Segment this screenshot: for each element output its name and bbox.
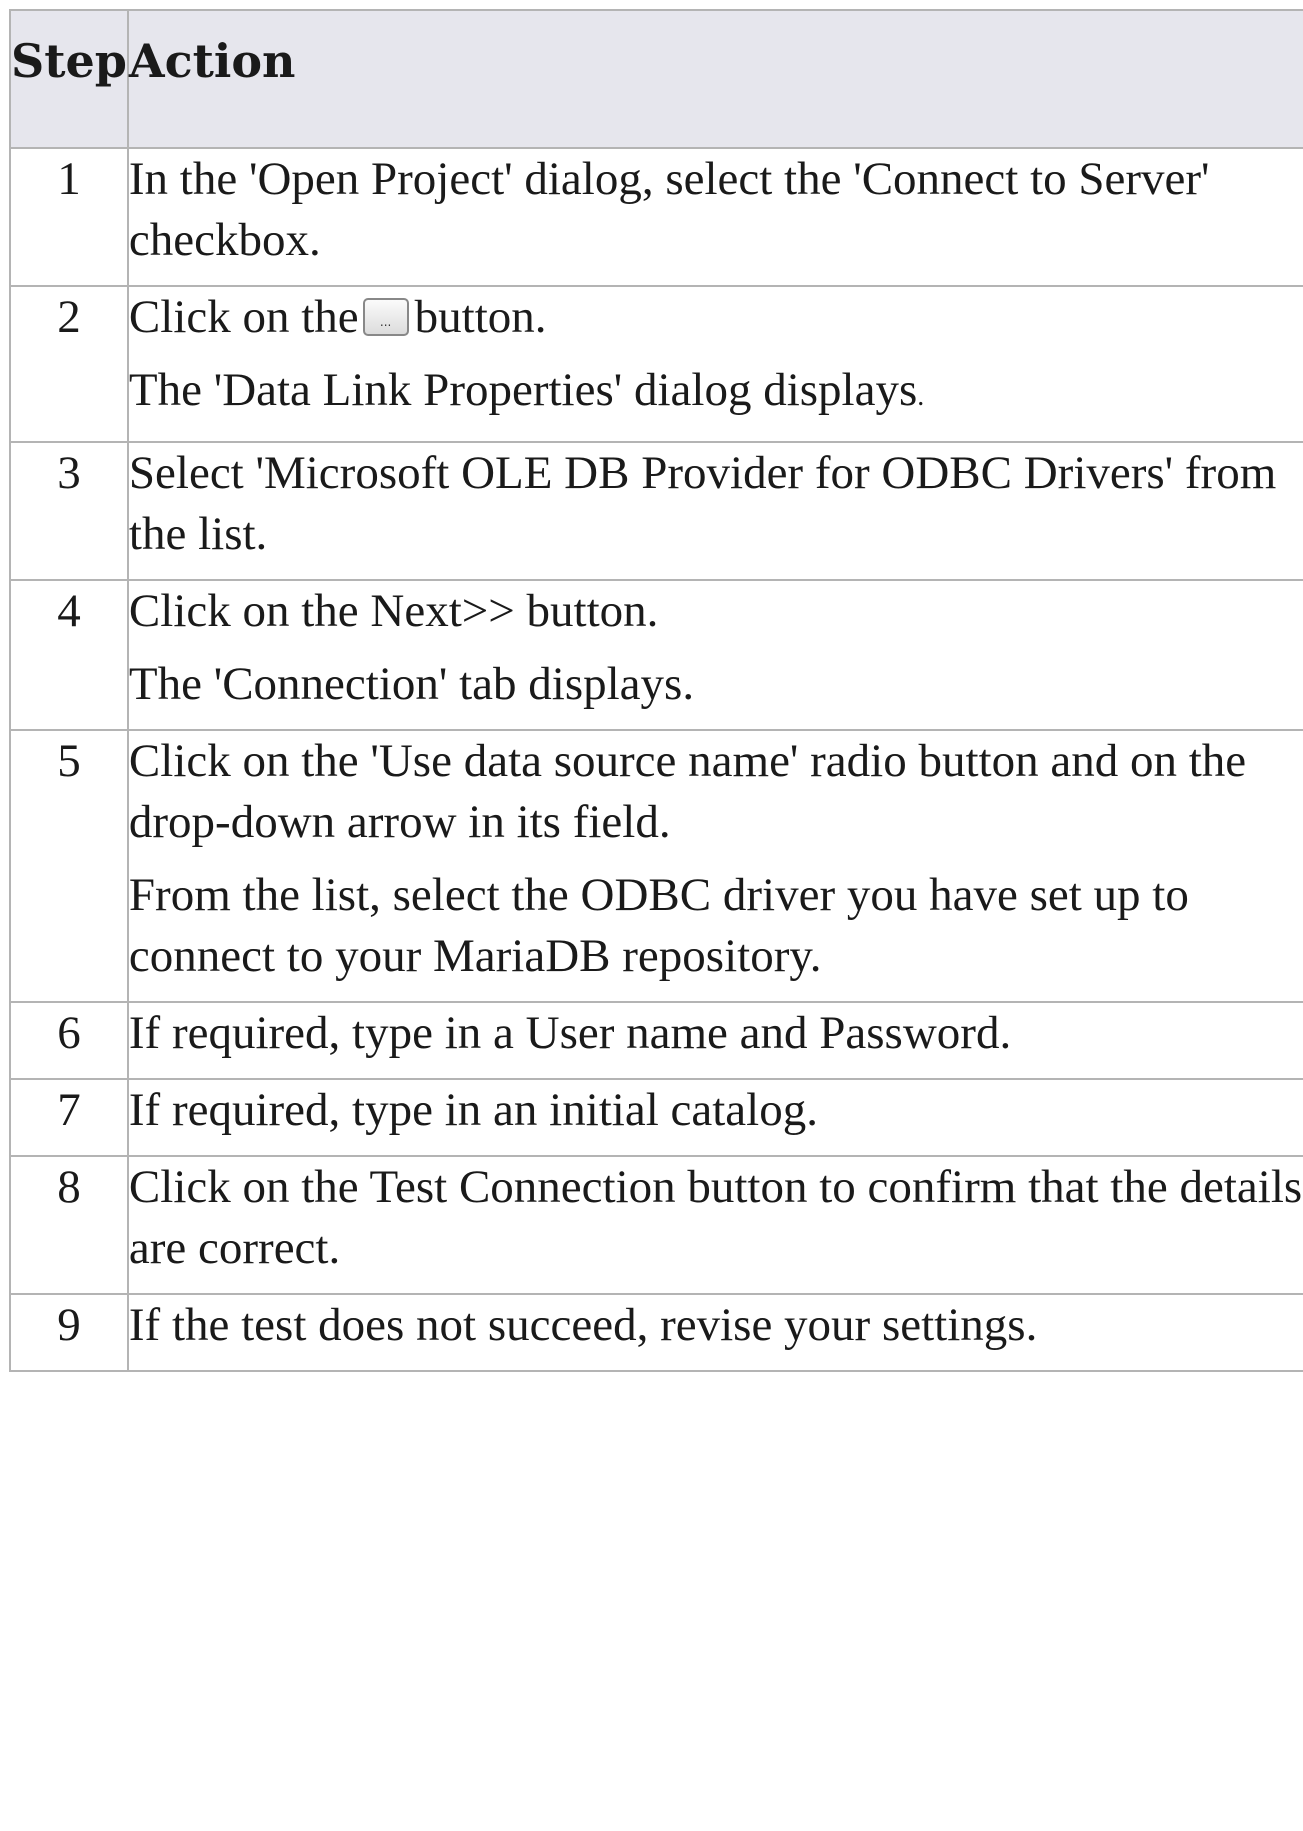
action-text: Click on the xyxy=(128,291,359,343)
action-text: The 'Data Link Properties' dialog displa… xyxy=(128,364,918,416)
step-number: 7 xyxy=(9,1078,129,1157)
steps-table: Step Action 1 In the 'Open Project' dial… xyxy=(9,9,1303,1372)
step-action: If required, type in a User name and Pas… xyxy=(126,1001,1303,1080)
action-paragraph: If required, type in an initial catalog. xyxy=(128,1084,818,1136)
step-number: 3 xyxy=(9,441,129,581)
step-action: If required, type in an initial catalog. xyxy=(126,1078,1303,1157)
step-action: Click on the 'Use data source name' radi… xyxy=(126,729,1303,1003)
document-page: Step Action 1 In the 'Open Project' dial… xyxy=(0,0,1303,1831)
step-number: 5 xyxy=(9,729,129,1003)
table-row: 9 If the test does not succeed, revise y… xyxy=(9,1293,1303,1372)
step-number: 2 xyxy=(9,285,129,443)
action-paragraph: Select 'Microsoft OLE DB Provider for OD… xyxy=(128,447,1277,560)
step-number: 6 xyxy=(9,1001,129,1080)
action-paragraph: Click on the... button. xyxy=(129,287,1303,348)
step-number: 9 xyxy=(9,1293,129,1372)
action-paragraph: The 'Connection' tab displays. xyxy=(128,658,695,710)
action-paragraph: Click on the Next>> button. xyxy=(128,585,659,637)
action-paragraph: In the 'Open Project' dialog, select the… xyxy=(128,153,1210,266)
table-row: 7 If required, type in an initial catalo… xyxy=(9,1078,1303,1157)
step-number: 1 xyxy=(9,147,129,287)
table-header-row: Step Action xyxy=(9,9,1303,149)
table-row: 8 Click on the Test Connection button to… xyxy=(9,1155,1303,1295)
table-row: 5 Click on the 'Use data source name' ra… xyxy=(9,729,1303,1003)
action-paragraph: From the list, select the ODBC driver yo… xyxy=(128,869,1189,982)
step-column-header: Step xyxy=(9,9,129,149)
action-paragraph: Click on the 'Use data source name' radi… xyxy=(128,735,1247,848)
action-text-end: . xyxy=(917,381,925,412)
step-number: 8 xyxy=(9,1155,129,1295)
step-action: In the 'Open Project' dialog, select the… xyxy=(126,147,1303,287)
step-action: Select 'Microsoft OLE DB Provider for OD… xyxy=(126,441,1303,581)
table-row: 2 Click on the... button. The 'Data Link … xyxy=(9,285,1303,443)
table-row: 6 If required, type in a User name and P… xyxy=(9,1001,1303,1080)
step-action: If the test does not succeed, revise you… xyxy=(126,1293,1303,1372)
step-action: Click on the Test Connection button to c… xyxy=(126,1155,1303,1295)
step-action: Click on the... button. The 'Data Link Pr… xyxy=(126,285,1303,443)
action-paragraph: If the test does not succeed, revise you… xyxy=(128,1299,1038,1351)
table-row: 3 Select 'Microsoft OLE DB Provider for … xyxy=(9,441,1303,581)
action-paragraph: Click on the Test Connection button to c… xyxy=(128,1161,1303,1274)
step-action: Click on the Next>> button. The 'Connect… xyxy=(126,579,1303,731)
table-row: 1 In the 'Open Project' dialog, select t… xyxy=(9,147,1303,287)
action-column-header: Action xyxy=(126,9,1303,149)
action-text: button. xyxy=(414,291,547,343)
ellipsis-glyph: ... xyxy=(379,315,392,329)
action-paragraph: If required, type in a User name and Pas… xyxy=(128,1007,1012,1059)
action-paragraph: The 'Data Link Properties' dialog displa… xyxy=(129,360,1303,427)
step-number: 4 xyxy=(9,579,129,731)
table-row: 4 Click on the Next>> button. The 'Conne… xyxy=(9,579,1303,731)
ellipsis-button-icon: ... xyxy=(362,298,409,336)
